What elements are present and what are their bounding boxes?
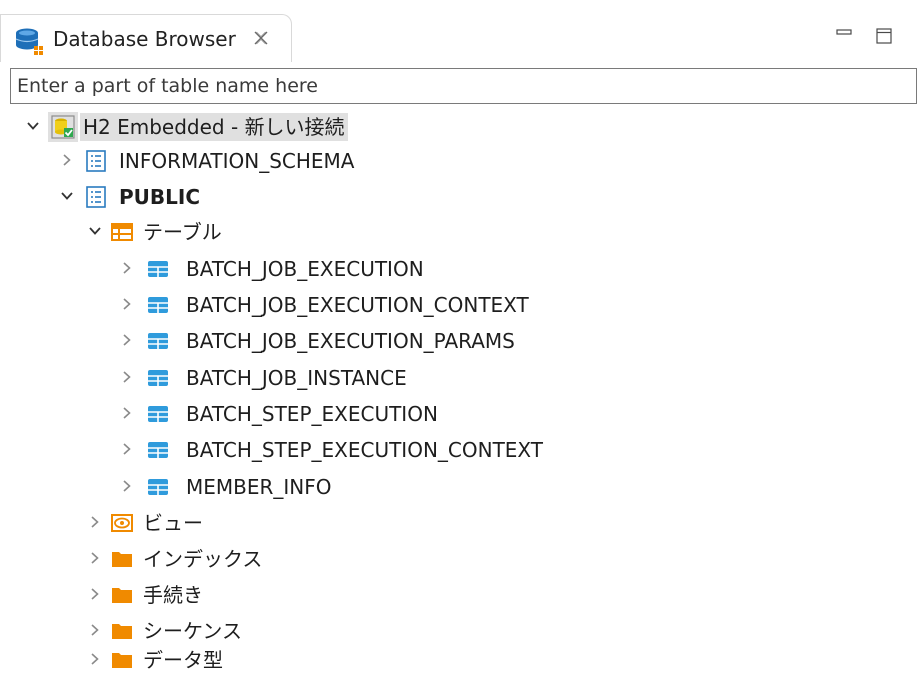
chevron-right-icon[interactable] <box>88 587 102 601</box>
table-icon <box>148 370 168 386</box>
table-icon <box>148 479 168 495</box>
table-label: BATCH_JOB_INSTANCE <box>186 366 407 390</box>
tree-node-table[interactable]: BATCH_JOB_INSTANCE <box>0 361 600 395</box>
connection-icon <box>51 115 75 139</box>
schema-icon <box>86 186 106 208</box>
table-icon <box>148 442 168 458</box>
chevron-right-icon[interactable] <box>120 479 134 493</box>
tables-folder-icon <box>111 223 133 241</box>
schema-label: INFORMATION_SCHEMA <box>119 149 355 173</box>
chevron-down-icon[interactable] <box>88 224 102 238</box>
tree-node-procedures-folder[interactable]: 手続き <box>0 578 300 612</box>
chevron-right-icon[interactable] <box>88 515 102 529</box>
tree-node-table[interactable]: BATCH_JOB_EXECUTION_PARAMS <box>0 324 700 358</box>
tree-node-views-folder[interactable]: ビュー <box>0 506 300 540</box>
chevron-right-icon[interactable] <box>88 652 102 666</box>
tree-node-connection[interactable]: H2 Embedded - 新しい接続 <box>0 110 400 144</box>
views-folder-label: ビュー <box>143 511 203 535</box>
tree-node-table[interactable]: BATCH_JOB_EXECUTION_CONTEXT <box>0 288 700 322</box>
chevron-right-icon[interactable] <box>120 406 134 420</box>
tables-folder-label: テーブル <box>143 220 222 244</box>
table-icon <box>148 297 168 313</box>
sequences-folder-label: シーケンス <box>143 619 242 643</box>
datatypes-folder-label: データ型 <box>143 648 223 672</box>
indexes-folder-label: インデックス <box>143 547 263 571</box>
database-browser-view: Database Browser Enter a part of table n… <box>0 0 917 677</box>
chevron-right-icon[interactable] <box>88 623 102 637</box>
folder-icon <box>112 588 132 603</box>
procedures-folder-label: 手続き <box>143 583 203 607</box>
table-label: BATCH_STEP_EXECUTION <box>186 402 438 426</box>
tree-node-table[interactable]: BATCH_JOB_EXECUTION <box>0 252 600 286</box>
chevron-right-icon[interactable] <box>120 333 134 347</box>
chevron-right-icon[interactable] <box>120 370 134 384</box>
tree-node-schema-public[interactable]: PUBLIC <box>0 180 300 214</box>
tree-node-schema-information-schema[interactable]: INFORMATION_SCHEMA <box>0 144 500 178</box>
table-icon <box>148 261 168 277</box>
table-icon <box>148 333 168 349</box>
table-label: BATCH_JOB_EXECUTION <box>186 257 424 281</box>
chevron-right-icon[interactable] <box>88 551 102 565</box>
folder-icon <box>112 653 132 668</box>
chevron-down-icon[interactable] <box>60 189 74 203</box>
tree-node-tables-folder[interactable]: テーブル <box>0 215 300 249</box>
folder-icon <box>112 552 132 567</box>
chevron-right-icon[interactable] <box>120 442 134 456</box>
table-icon <box>148 406 168 422</box>
tree-node-table[interactable]: BATCH_STEP_EXECUTION_CONTEXT <box>0 433 700 467</box>
table-label: MEMBER_INFO <box>186 475 332 499</box>
connection-label: H2 Embedded - 新しい接続 <box>80 113 348 141</box>
table-label: BATCH_JOB_EXECUTION_PARAMS <box>186 329 515 353</box>
tree-node-datatypes-folder[interactable]: データ型 <box>0 643 300 677</box>
chevron-right-icon[interactable] <box>120 297 134 311</box>
chevron-right-icon[interactable] <box>60 153 74 167</box>
schema-label: PUBLIC <box>119 185 201 209</box>
database-tree: H2 Embedded - 新しい接続 INFORMATION_SCHEMA P… <box>0 0 917 677</box>
schema-icon <box>86 150 106 172</box>
chevron-right-icon[interactable] <box>120 261 134 275</box>
table-label: BATCH_JOB_EXECUTION_CONTEXT <box>186 293 529 317</box>
view-icon <box>111 514 133 532</box>
tree-node-table[interactable]: BATCH_STEP_EXECUTION <box>0 397 600 431</box>
chevron-down-icon[interactable] <box>26 119 40 133</box>
tree-node-table[interactable]: MEMBER_INFO <box>0 470 500 504</box>
tree-node-indexes-folder[interactable]: インデックス <box>0 542 300 576</box>
table-label: BATCH_STEP_EXECUTION_CONTEXT <box>186 438 543 462</box>
folder-icon <box>112 624 132 639</box>
